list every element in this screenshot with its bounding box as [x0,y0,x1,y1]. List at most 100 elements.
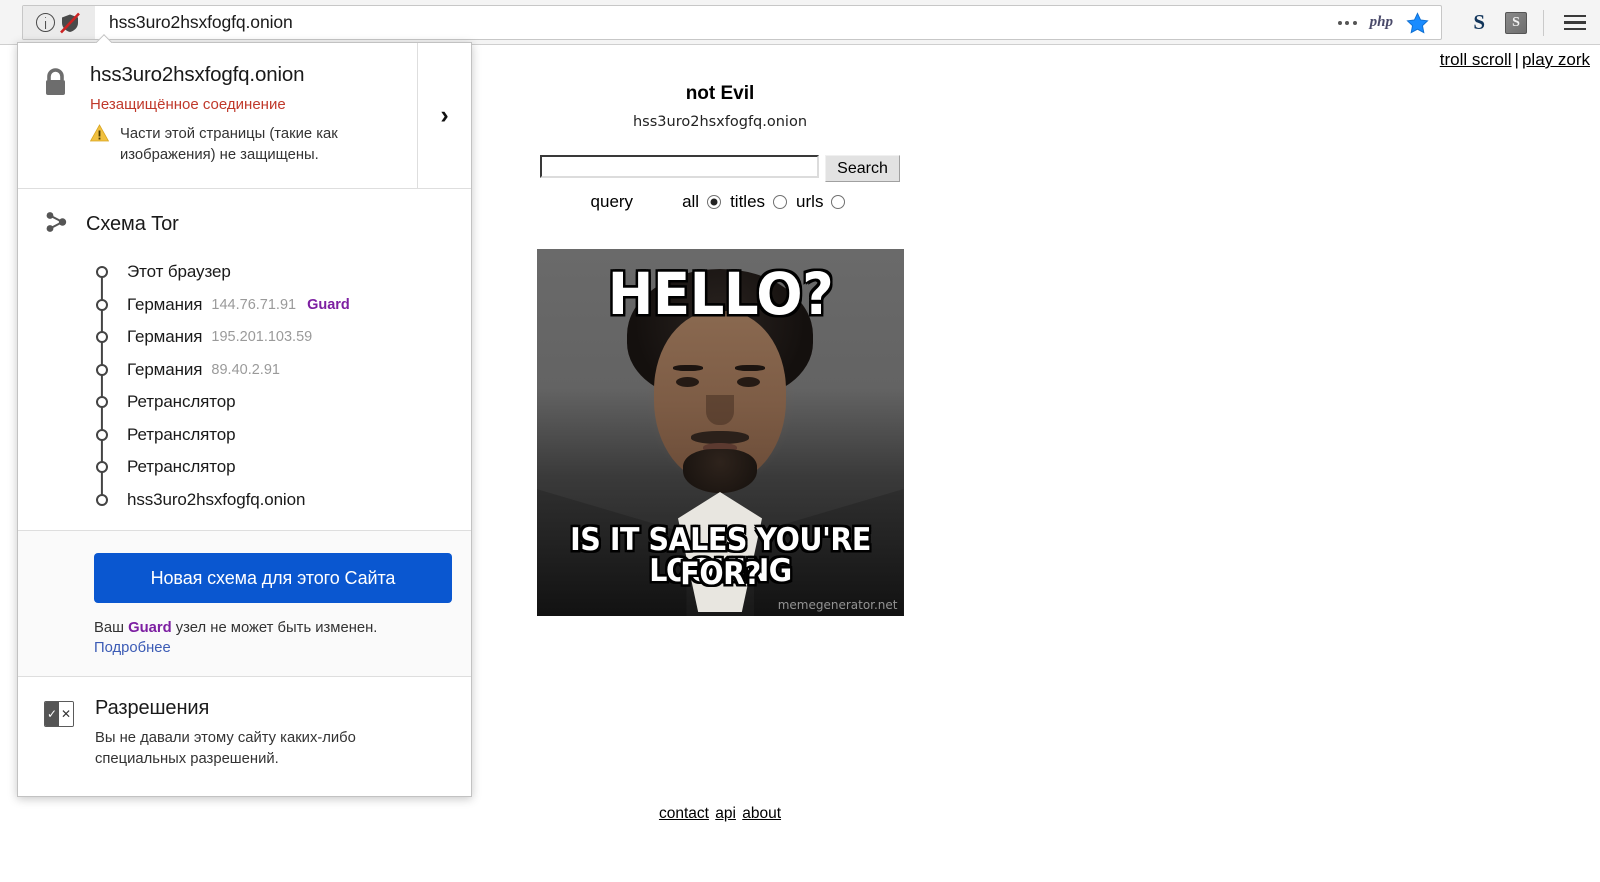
permissions-title: Разрешения [95,697,210,719]
tor-circuit-node-dot [96,428,108,441]
tor-circuit-node-label: Германия [127,359,203,379]
guard-note-bold: Guard [128,620,172,636]
top-links-separator: | [1514,50,1519,69]
tor-circuit-node-ip: 144.76.71.91 [211,296,297,313]
search-input[interactable] [540,155,820,178]
meme-nose [706,395,734,425]
tor-circuit-node: Ретранслятор [18,451,471,500]
page-actions-dots-icon[interactable] [1337,20,1357,25]
lock-icon [42,63,72,166]
tor-circuit-node-label: Германия [127,327,203,347]
tor-circuit-icon [44,209,70,240]
connection-security-text: hss3uro2hsxfogfq.onion Незащищённое соед… [72,63,400,166]
meme-watermark: memegenerator.net [777,598,898,612]
tor-circuit-node-list: Этот браузер Германия 144.76.71.91 Guard Гер… [18,248,471,530]
option-label-urls: urls [796,192,824,211]
tor-circuit-header: Схема Tor [18,205,471,248]
radio-urls[interactable] [831,195,846,209]
tor-circuit-node: Германия 144.76.71.91 Guard [18,289,471,338]
top-right-links: troll scroll | play zork [1440,50,1590,70]
tor-circuit-node-label: Ретранслятор [127,457,236,477]
guard-note-before: Ваш [94,620,129,636]
tor-circuit-node-dot [96,331,108,344]
tor-circuit-node-label: hss3uro2hsxfogfq.onion [127,489,306,509]
meme-brow-right [734,365,765,371]
hamburger-menu-icon[interactable] [1560,11,1590,35]
query-label: query [590,192,634,211]
permissions-text: Разрешения Вы не давали этому сайту каки… [74,697,395,770]
popup-arrow [95,34,113,43]
permissions-description: Вы не давали этому сайту каких-либо спец… [95,730,356,767]
urlbar-actions: php [1337,11,1441,34]
mixed-content-text: Части этой страницы (такие как изображен… [120,126,338,163]
tor-circuit-node-ip: 195.201.103.59 [211,329,313,346]
meme-image: HELLO? IS IT SALES YOU'RE LOOKING FOR? m… [536,249,904,616]
connection-security-main: hss3uro2hsxfogfq.onion Незащищённое соед… [18,43,417,188]
guard-node-note: Ваш Guard узел не может быть изменен. [94,620,445,636]
option-label-titles: titles [730,192,766,211]
new-circuit-section: Новая схема для этого Сайта Ваш Guard уз… [18,531,471,677]
toolbar-divider [1543,9,1544,36]
tor-circuit-node-dot [96,461,108,474]
tor-circuit-node: Этот браузер [18,256,471,305]
extension-s-box-icon[interactable]: S [1505,11,1527,34]
footer-link-contact[interactable]: contact [659,805,709,822]
bookmark-star-icon[interactable] [1406,11,1429,34]
footer-links: contact api about [0,805,1440,823]
tor-circuit-node-label: Ретранслятор [127,424,236,444]
footer-link-api[interactable]: api [715,805,736,822]
tor-circuit-node-ip: 89.40.2.91 [211,361,280,378]
troll-scroll-link[interactable]: troll scroll [1440,50,1512,69]
toolbar-extensions: S S [1469,0,1590,45]
warning-triangle-icon [89,124,110,147]
info-circle-icon[interactable] [36,13,55,32]
tor-circuit-node-dot [96,298,108,311]
tor-circuit-node-dot [96,266,108,279]
browser-toolbar: hss3uro2hsxfogfq.onion php S S [0,0,1600,45]
tor-circuit-node-dot [96,396,108,409]
option-label-all: all [682,192,700,211]
tor-circuit-node-dot [96,363,108,376]
popup-host: hss3uro2hsxfogfq.onion [90,63,305,86]
tor-circuit-node-label: Этот браузер [127,262,231,282]
meme-bottom-text-line2: FOR? [679,556,761,592]
url-text[interactable]: hss3uro2hsxfogfq.onion [95,12,1338,33]
meme-eye-left [675,377,699,387]
learn-more-link[interactable]: Подробнее [94,640,445,656]
tor-circuit-node: hss3uro2hsxfogfq.onion [18,484,471,517]
php-extension-icon[interactable]: php [1370,14,1393,31]
tor-circuit-node-label: Ретранслятор [127,392,236,412]
extension-s-letter-icon[interactable]: S [1469,10,1489,35]
permissions-section: ✓ ✕ Разрешения Вы не давали этому сайту … [18,677,471,796]
tor-circuit-title: Схема Tor [86,213,179,235]
radio-all[interactable] [707,195,722,209]
radio-titles[interactable] [773,195,788,209]
tor-circuit-node: Германия 89.40.2.91 [18,354,471,403]
tor-circuit-node-role: Guard [307,296,350,313]
identity-popup: hss3uro2hsxfogfq.onion Незащищённое соед… [17,42,472,797]
identity-box-button[interactable] [23,6,95,39]
footer-link-about[interactable]: about [742,805,781,822]
mixed-content-warning: Части этой страницы (такие как изображен… [89,124,400,166]
meme-top-text: HELLO? [607,260,833,328]
meme-brow-left [672,365,703,371]
tor-circuit-node: Ретранслятор [18,386,471,435]
permissions-icon: ✓ ✕ [44,701,74,727]
meme-beard [683,449,757,493]
search-button[interactable]: Search [825,155,900,182]
tor-circuit-node-dot [96,493,108,506]
shield-broken-icon[interactable] [58,12,82,34]
guard-note-after: узел не может быть изменен. [171,620,378,636]
new-circuit-button[interactable]: Новая схема для этого Сайта [94,553,452,603]
tor-circuit-node-label: Германия [127,294,203,314]
tor-circuit-section: Схема Tor Этот браузер Германия 144.76.71.… [18,189,471,531]
tor-circuit-node: Германия 195.201.103.59 [18,321,471,370]
meme-eye-right [736,377,760,387]
play-zork-link[interactable]: play zork [1522,50,1590,69]
permissions-check-half: ✓ [45,702,59,726]
url-bar[interactable]: hss3uro2hsxfogfq.onion php [22,5,1442,40]
tor-circuit-node: Ретранслятор [18,419,471,468]
chevron-right-icon[interactable]: › [417,43,471,188]
permissions-x-half: ✕ [59,702,73,726]
connection-security-section[interactable]: hss3uro2hsxfogfq.onion Незащищённое соед… [18,43,471,189]
